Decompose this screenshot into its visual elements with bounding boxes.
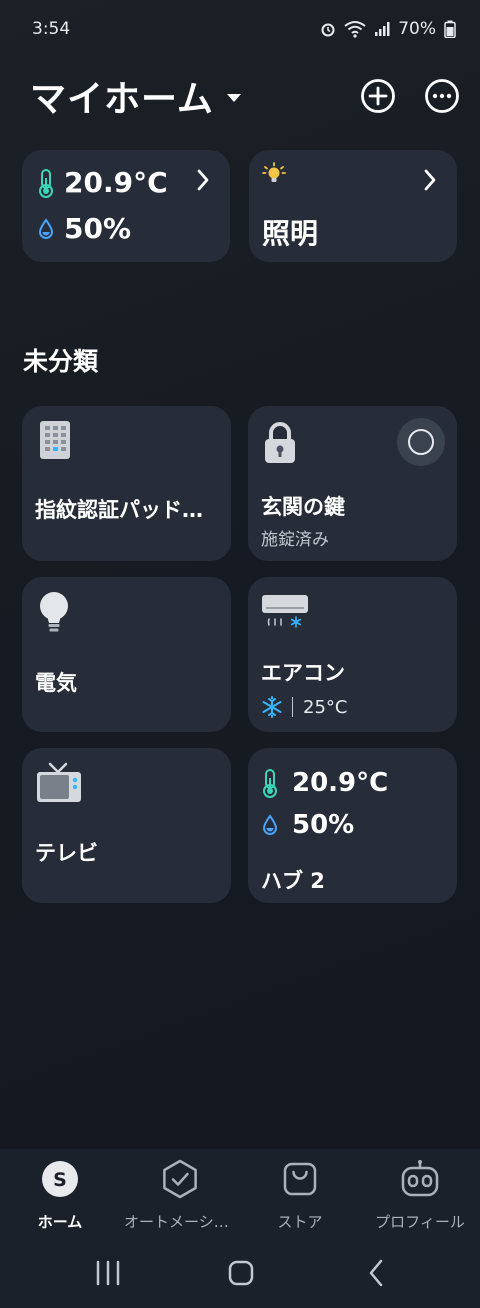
section-title: 未分類 bbox=[23, 347, 99, 376]
status-bar: 3:54 70% bbox=[0, 0, 480, 58]
nav-label: オートメーション bbox=[124, 1213, 240, 1231]
nav-label: プロフィール bbox=[375, 1213, 465, 1231]
nav-automation[interactable]: オートメーション bbox=[120, 1159, 240, 1232]
recent-apps-icon[interactable] bbox=[95, 1256, 121, 1290]
status-time: 3:54 bbox=[32, 19, 71, 39]
caret-down-icon[interactable] bbox=[226, 93, 242, 103]
back-icon[interactable] bbox=[366, 1256, 386, 1290]
home-s-icon: S bbox=[42, 1161, 78, 1197]
nav-home[interactable]: S ホーム bbox=[0, 1159, 120, 1232]
device-name: ハブ 2 bbox=[261, 869, 325, 893]
keypad-icon bbox=[40, 421, 70, 459]
nav-label: ホーム bbox=[37, 1213, 83, 1231]
automation-icon bbox=[163, 1159, 197, 1199]
lock-toggle-ring bbox=[408, 429, 434, 455]
bulb-icon bbox=[40, 592, 68, 632]
device-card-tv[interactable]: テレビ bbox=[22, 748, 231, 903]
device-card-door-lock[interactable]: 玄関の鍵 施錠済み bbox=[248, 406, 457, 561]
water-drop-icon bbox=[262, 814, 278, 835]
home-header: マイホーム bbox=[30, 68, 460, 124]
summary-humidity: 50% bbox=[64, 212, 132, 245]
hub-temperature: 20.9°C bbox=[292, 768, 389, 798]
home-button-icon[interactable] bbox=[227, 1256, 255, 1290]
nav-label: ストア bbox=[277, 1213, 323, 1231]
chevron-right-icon bbox=[197, 169, 209, 191]
thermometer-icon bbox=[263, 769, 277, 798]
battery-icon bbox=[444, 20, 456, 38]
store-icon bbox=[283, 1162, 317, 1196]
hub-humidity: 50% bbox=[292, 810, 355, 840]
ac-status: 25°C bbox=[262, 696, 347, 718]
tv-icon bbox=[37, 762, 81, 802]
profile-robot-icon bbox=[401, 1160, 439, 1197]
lock-status: 施錠済み bbox=[261, 530, 329, 550]
thermometer-icon bbox=[39, 168, 53, 198]
device-name: 指紋認証パッド… bbox=[35, 498, 203, 522]
lock-toggle-button[interactable] bbox=[397, 418, 445, 466]
device-card-keypad[interactable]: 指紋認証パッド… bbox=[22, 406, 231, 561]
ac-temperature: 25°C bbox=[303, 696, 348, 718]
device-card-air-conditioner[interactable]: エアコン 25°C bbox=[248, 577, 457, 732]
device-name: エアコン bbox=[261, 661, 345, 685]
add-icon[interactable] bbox=[360, 78, 396, 114]
device-name: テレビ bbox=[35, 841, 98, 865]
status-icons: 70% bbox=[320, 19, 456, 39]
wifi-icon bbox=[344, 21, 366, 38]
device-card-hub[interactable]: 20.9°C 50% ハブ 2 bbox=[248, 748, 457, 903]
lighting-label: 照明 bbox=[262, 217, 319, 250]
lock-icon bbox=[265, 422, 295, 463]
nav-store[interactable]: ストア bbox=[240, 1159, 360, 1232]
divider bbox=[292, 697, 293, 717]
nav-profile[interactable]: プロフィール bbox=[360, 1159, 480, 1232]
signal-icon bbox=[375, 22, 390, 36]
home-title[interactable]: マイホーム bbox=[30, 70, 214, 122]
snowflake-icon bbox=[262, 696, 282, 718]
chevron-right-icon bbox=[424, 169, 436, 191]
device-card-light[interactable]: 電気 bbox=[22, 577, 231, 732]
lighting-summary-card[interactable]: 照明 bbox=[249, 150, 457, 262]
more-options-icon[interactable] bbox=[424, 78, 460, 114]
alarm-icon bbox=[321, 23, 335, 37]
summary-temperature: 20.9°C bbox=[64, 166, 168, 199]
air-conditioner-icon bbox=[262, 595, 308, 628]
climate-summary-card[interactable]: 20.9°C 50% bbox=[22, 150, 230, 262]
water-drop-icon bbox=[38, 217, 54, 239]
light-bulb-icon bbox=[262, 162, 286, 182]
device-name: 玄関の鍵 bbox=[261, 495, 345, 519]
svg-text:S: S bbox=[53, 1169, 67, 1191]
battery-percent: 70% bbox=[398, 19, 436, 39]
device-name: 電気 bbox=[35, 671, 77, 695]
